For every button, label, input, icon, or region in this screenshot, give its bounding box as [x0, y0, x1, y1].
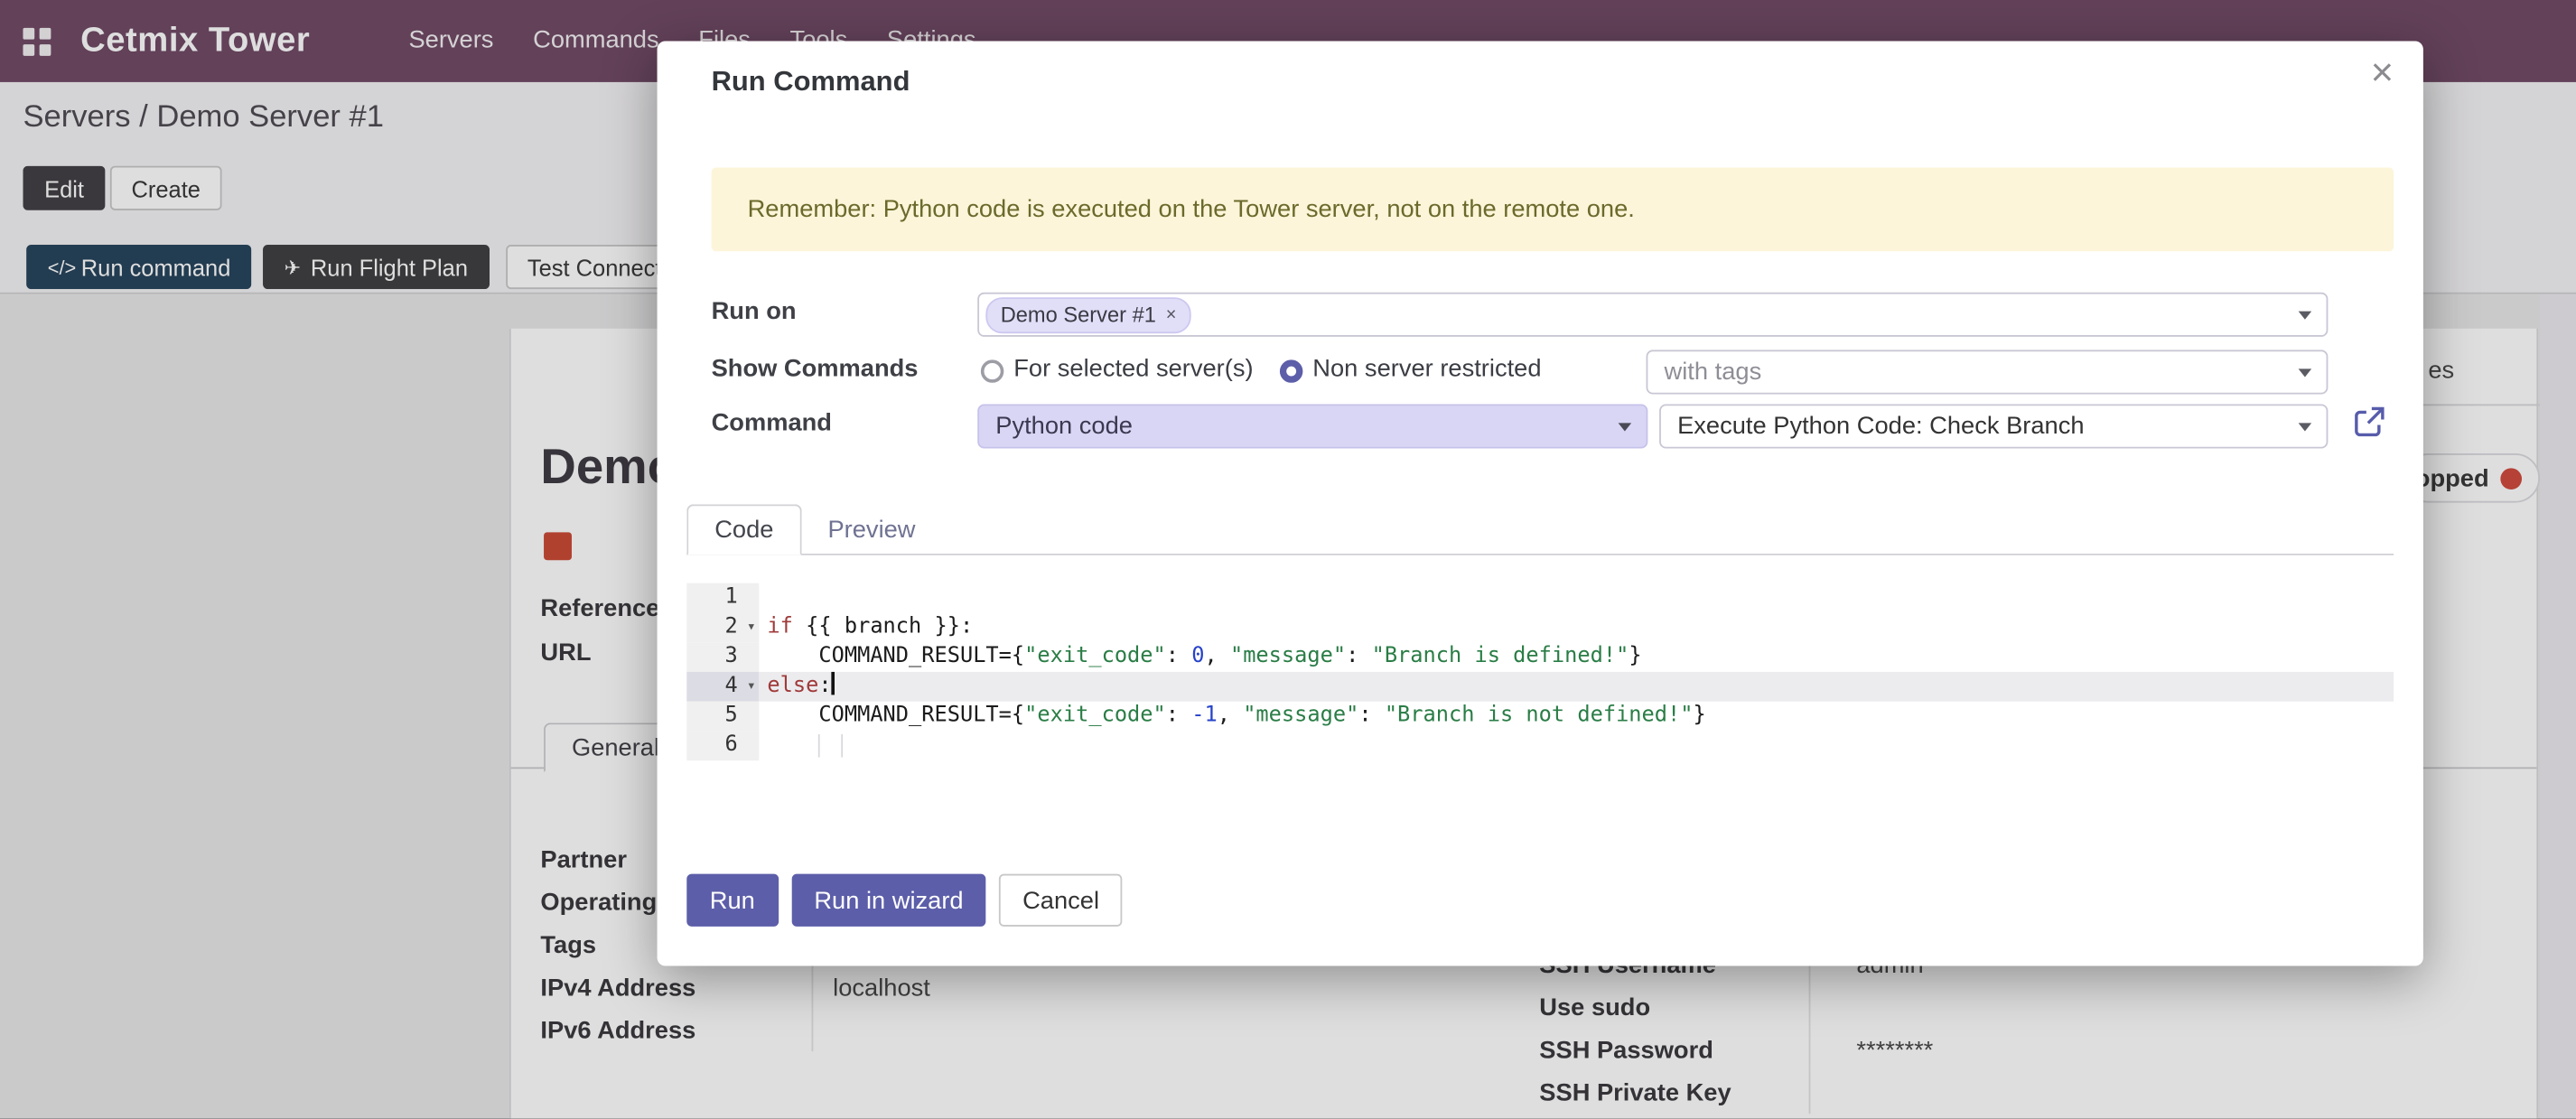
code-token: "message" [1230, 644, 1346, 668]
code-token: -1 [1191, 703, 1217, 727]
python-warning-alert: Remember: Python code is executed on the… [712, 168, 2394, 252]
modal-tabs: Code Preview [686, 504, 2394, 555]
radio-non-server-restricted-label[interactable]: Non server restricted [1312, 355, 1541, 383]
fold-arrow-icon[interactable]: ▾ [747, 612, 756, 642]
code-line[interactable]: COMMAND_RESULT={"exit_code": -1, "messag… [759, 702, 2394, 732]
code-token: , [1204, 644, 1229, 668]
dropdown-caret-icon[interactable] [2299, 311, 2312, 319]
close-icon[interactable]: × [2371, 54, 2394, 94]
code-token: else [767, 674, 818, 698]
tab-preview[interactable]: Preview [801, 504, 941, 554]
fold-arrow-icon[interactable]: ▾ [747, 672, 756, 702]
code-token: "Branch is not defined!" [1385, 703, 1694, 727]
with-tags-dropdown[interactable]: with tags [1647, 350, 2329, 394]
code-token: , [1218, 703, 1243, 727]
code-line[interactable]: else: [759, 672, 2394, 702]
gutter-line-number: 6 [686, 731, 759, 760]
run-on-field[interactable]: Demo Server #1 × [977, 293, 2328, 337]
page: Cetmix Tower Servers Commands Files Tool… [0, 0, 2576, 1119]
dropdown-caret-icon[interactable] [2299, 368, 2312, 376]
alert-text: Remember: Python code is executed on the… [748, 195, 1635, 223]
dropdown-caret-icon[interactable] [1619, 422, 1632, 430]
code-line[interactable]: COMMAND_RESULT={"exit_code": 0, "message… [759, 642, 2394, 672]
run-in-wizard-button[interactable]: Run in wizard [791, 874, 986, 927]
code-token: : [1166, 703, 1191, 727]
code-token: } [1693, 703, 1705, 727]
code-token: : [1166, 644, 1191, 668]
editor-code: if {{ branch }}: COMMAND_RESULT={"exit_c… [759, 583, 2394, 760]
modal-footer: Run Run in wizard Cancel [686, 874, 1122, 927]
cancel-button[interactable]: Cancel [1000, 874, 1123, 927]
code-token: if [767, 614, 792, 639]
selected-server-tag: Demo Server #1 × [985, 296, 1191, 332]
radio-for-selected-servers[interactable] [981, 359, 1003, 382]
open-record-external-link-icon[interactable] [2351, 404, 2387, 440]
radio-non-server-restricted[interactable] [1280, 359, 1302, 382]
tab-code[interactable]: Code [686, 504, 801, 555]
run-on-label: Run on [712, 297, 797, 325]
code-token: "exit_code" [1024, 644, 1166, 668]
code-token: "Branch is defined!" [1372, 644, 1629, 668]
dropdown-caret-icon[interactable] [2299, 422, 2312, 430]
code-token: {{ branch }}: [793, 614, 973, 639]
code-editor[interactable]: 12▾34▾56 if {{ branch }}: COMMAND_RESULT… [686, 583, 2394, 768]
command-select[interactable]: Execute Python Code: Check Branch [1659, 404, 2328, 448]
radio-for-selected-servers-label[interactable]: For selected server(s) [1013, 355, 1253, 383]
gutter-line-number: 5 [686, 702, 759, 732]
gutter-line-number: 4▾ [686, 672, 759, 702]
editor-gutter: 12▾34▾56 [686, 583, 759, 760]
code-line[interactable] [759, 731, 2394, 760]
gutter-line-number: 2▾ [686, 612, 759, 642]
command-label: Command [712, 409, 832, 437]
text-cursor [832, 672, 835, 695]
gutter-line-number: 3 [686, 642, 759, 672]
code-token: : [1346, 644, 1371, 668]
indent-guide [841, 734, 843, 757]
show-commands-label: Show Commands [712, 355, 919, 383]
run-command-modal: Run Command × Remember: Python code is e… [658, 41, 2423, 965]
gutter-line-number: 1 [686, 583, 759, 613]
code-line[interactable] [759, 583, 2394, 613]
with-tags-placeholder: with tags [1665, 359, 1762, 387]
code-token: COMMAND_RESULT={ [767, 703, 1024, 727]
code-token: "exit_code" [1024, 703, 1166, 727]
code-token: 0 [1191, 644, 1204, 668]
command-type-select[interactable]: Python code [977, 404, 1647, 448]
indent-guide [818, 734, 820, 757]
code-token: : [1358, 703, 1384, 727]
code-line[interactable]: if {{ branch }}: [759, 612, 2394, 642]
remove-tag-icon[interactable]: × [1166, 304, 1177, 324]
command-type-value: Python code [995, 413, 1133, 441]
run-button[interactable]: Run [686, 874, 778, 927]
code-token: COMMAND_RESULT={ [767, 644, 1024, 668]
modal-title: Run Command [712, 66, 910, 98]
command-select-value: Execute Python Code: Check Branch [1677, 413, 2084, 441]
selected-server-tag-label: Demo Server #1 [1001, 303, 1156, 327]
code-token: } [1629, 644, 1641, 668]
code-token: "message" [1243, 703, 1358, 727]
code-token: : [818, 674, 831, 698]
